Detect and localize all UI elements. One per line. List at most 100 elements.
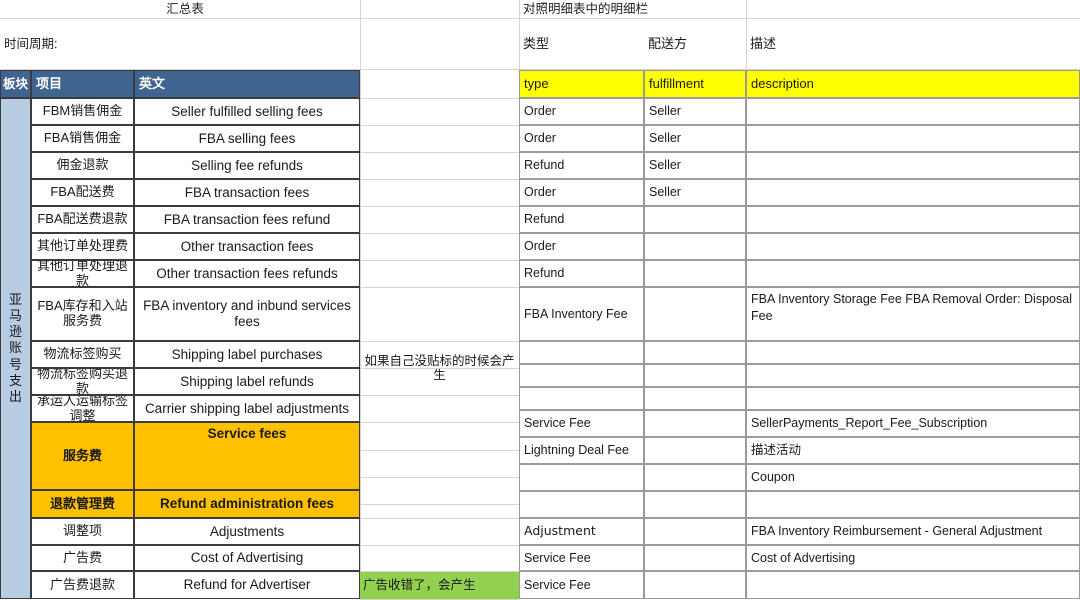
gridline (360, 152, 519, 153)
right-row-description[interactable] (746, 125, 1080, 152)
right-row-type[interactable]: Adjustment (519, 518, 644, 545)
right-row-type[interactable]: Service Fee (519, 571, 644, 599)
left-row-english[interactable]: Refund administration fees (134, 490, 360, 518)
right-row-fulfillment[interactable] (644, 437, 746, 464)
gridline (360, 422, 519, 423)
right-row-fulfillment[interactable]: Seller (644, 98, 746, 125)
right-row-fulfillment[interactable] (644, 491, 746, 518)
right-row-fulfillment[interactable] (644, 387, 746, 410)
left-row-english[interactable]: FBA selling fees (134, 125, 360, 152)
right-row-fulfillment[interactable] (644, 518, 746, 545)
right-row-fulfillment[interactable] (644, 206, 746, 233)
left-row-english[interactable]: Seller fulfilled selling fees (134, 98, 360, 125)
right-row-type[interactable]: Lightning Deal Fee (519, 437, 644, 464)
left-row-english[interactable]: FBA inventory and inbund services fees (134, 287, 360, 341)
right-row-description[interactable]: Cost of Advertising (746, 545, 1080, 571)
gridline (360, 545, 519, 546)
detail-reference-title: 对照明细表中的明细栏 (523, 1, 649, 16)
right-row-description[interactable] (746, 341, 1080, 364)
gridline (360, 368, 519, 369)
right-row-description[interactable] (746, 206, 1080, 233)
summary-table-title: 汇总表 (166, 1, 204, 16)
left-row-english[interactable]: FBA transaction fees refund (134, 206, 360, 233)
header-description: description (746, 70, 1080, 98)
right-row-description[interactable] (746, 364, 1080, 387)
left-row-english[interactable]: Other transaction fees refunds (134, 260, 360, 287)
left-row-english[interactable]: Service fees (134, 422, 360, 490)
gridline (360, 450, 519, 451)
right-row-type[interactable]: Order (519, 98, 644, 125)
right-row-fulfillment[interactable] (644, 260, 746, 287)
right-row-description[interactable]: Coupon (746, 464, 1080, 491)
right-row-fulfillment[interactable] (644, 341, 746, 364)
right-row-type[interactable] (519, 464, 644, 491)
right-row-type[interactable] (519, 341, 644, 364)
right-row-type[interactable]: Service Fee (519, 545, 644, 571)
right-row-type[interactable]: Service Fee (519, 410, 644, 437)
right-row-fulfillment[interactable] (644, 545, 746, 571)
right-row-fulfillment[interactable] (644, 410, 746, 437)
gridline (360, 571, 519, 572)
right-row-type[interactable] (519, 491, 644, 518)
right-row-type[interactable]: Refund (519, 206, 644, 233)
left-row-item[interactable]: 广告费退款 (31, 571, 134, 599)
left-row-english[interactable]: Carrier shipping label adjustments (134, 395, 360, 422)
left-row-english[interactable]: Other transaction fees (134, 233, 360, 260)
left-row-english[interactable]: Adjustments (134, 518, 360, 545)
right-row-description[interactable] (746, 260, 1080, 287)
left-row-item[interactable]: FBA配送费 (31, 179, 134, 206)
right-row-fulfillment[interactable]: Seller (644, 152, 746, 179)
right-row-fulfillment[interactable] (644, 364, 746, 387)
left-row-item[interactable]: 物流标签购买退款 (31, 368, 134, 395)
left-row-item[interactable]: FBA销售佣金 (31, 125, 134, 152)
right-row-fulfillment[interactable]: Seller (644, 179, 746, 206)
left-row-item[interactable]: 服务费 (31, 422, 134, 490)
right-row-description[interactable] (746, 98, 1080, 125)
right-row-fulfillment[interactable] (644, 233, 746, 260)
right-row-type[interactable] (519, 387, 644, 410)
left-row-english[interactable]: FBA transaction fees (134, 179, 360, 206)
left-row-item[interactable]: 退款管理费 (31, 490, 134, 518)
right-row-description[interactable] (746, 233, 1080, 260)
right-row-type[interactable]: Order (519, 233, 644, 260)
type-cn-header: 类型 (523, 35, 550, 51)
left-row-item[interactable]: 其他订单处理退款 (31, 260, 134, 287)
right-row-description[interactable] (746, 491, 1080, 518)
left-row-english[interactable]: Refund for Advertiser (134, 571, 360, 599)
left-row-item[interactable]: 调整项 (31, 518, 134, 545)
left-row-item[interactable]: 广告费 (31, 545, 134, 571)
right-row-fulfillment[interactable]: Seller (644, 125, 746, 152)
right-row-type[interactable]: Order (519, 125, 644, 152)
right-row-description[interactable]: SellerPayments_Report_Fee_Subscription (746, 410, 1080, 437)
right-row-description[interactable]: FBA Inventory Storage Fee FBA Removal Or… (746, 287, 1080, 341)
right-row-description[interactable]: 描述活动 (746, 437, 1080, 464)
left-row-item[interactable]: FBM销售佣金 (31, 98, 134, 125)
gridline (360, 504, 519, 505)
description-cn-header: 描述 (750, 35, 777, 51)
right-row-type[interactable] (519, 364, 644, 387)
right-row-description[interactable] (746, 179, 1080, 206)
right-row-type[interactable]: FBA Inventory Fee (519, 287, 644, 341)
left-row-english[interactable]: Shipping label refunds (134, 368, 360, 395)
right-row-description[interactable] (746, 387, 1080, 410)
right-row-fulfillment[interactable] (644, 287, 746, 341)
left-row-item[interactable]: FBA库存和入站服务费 (31, 287, 134, 341)
right-row-description[interactable] (746, 152, 1080, 179)
left-row-english[interactable]: Cost of Advertising (134, 545, 360, 571)
right-row-type[interactable]: Refund (519, 152, 644, 179)
right-row-type[interactable]: Order (519, 179, 644, 206)
left-row-item[interactable]: 其他订单处理费 (31, 233, 134, 260)
right-row-fulfillment[interactable] (644, 571, 746, 599)
right-row-description[interactable] (746, 571, 1080, 599)
left-row-english[interactable]: Shipping label purchases (134, 341, 360, 368)
left-row-item[interactable]: 承运人运输标签调整 (31, 395, 134, 422)
left-row-english[interactable]: Selling fee refunds (134, 152, 360, 179)
left-row-item[interactable]: FBA配送费退款 (31, 206, 134, 233)
block-label-amazon-expense: 亚马逊账号支出 (0, 98, 31, 599)
time-period-label: 时间周期: (4, 36, 58, 51)
left-row-item[interactable]: 物流标签购买 (31, 341, 134, 368)
right-row-type[interactable]: Refund (519, 260, 644, 287)
right-row-fulfillment[interactable] (644, 464, 746, 491)
left-row-item[interactable]: 佣金退款 (31, 152, 134, 179)
right-row-description[interactable]: FBA Inventory Reimbursement - General Ad… (746, 518, 1080, 545)
